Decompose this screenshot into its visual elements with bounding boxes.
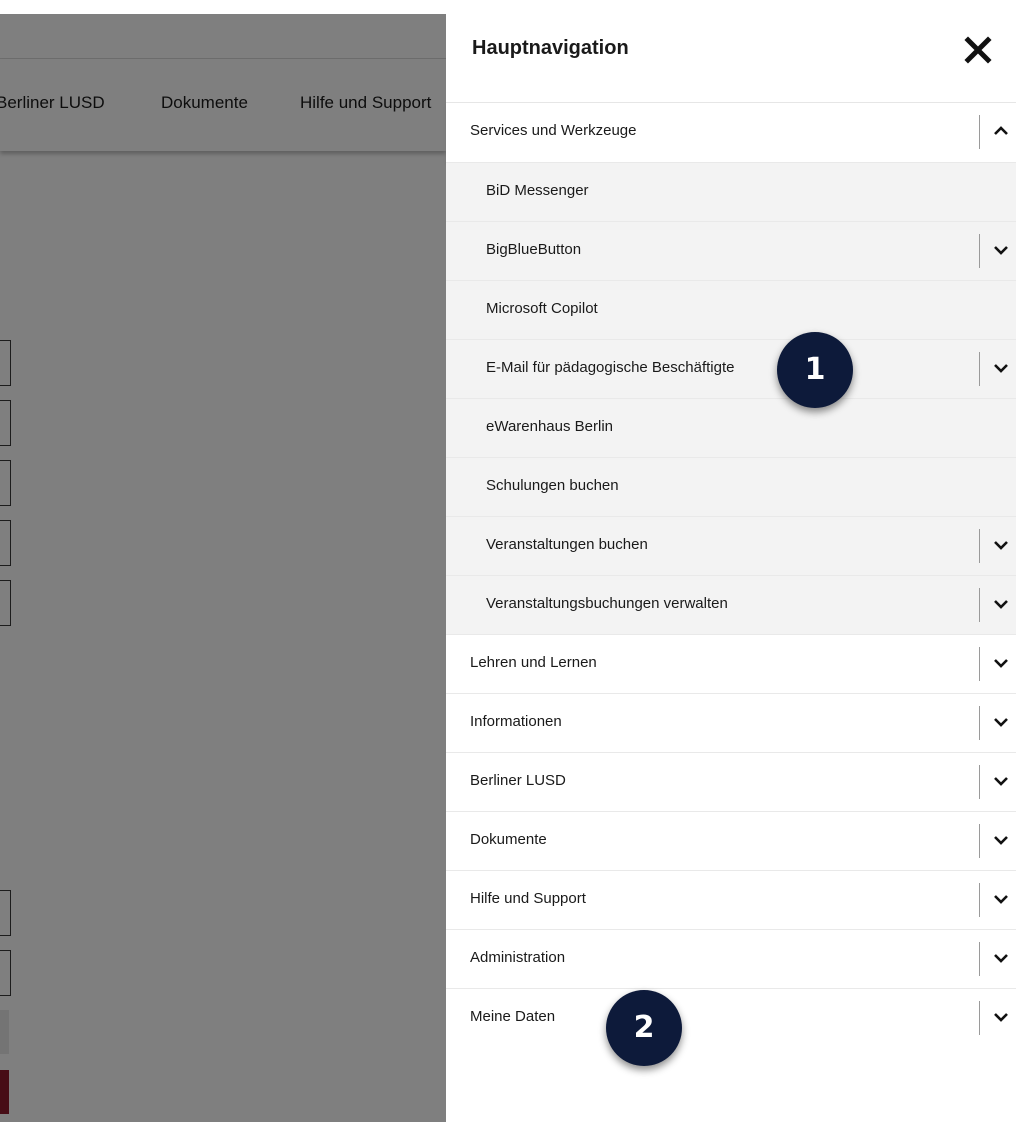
chevron-down-icon[interactable] <box>990 947 1012 969</box>
section-informationen[interactable]: Informationen <box>446 694 1016 753</box>
chevron-down-icon[interactable] <box>990 652 1012 674</box>
divider <box>979 765 980 799</box>
section-berliner-lusd[interactable]: Berliner LUSD <box>446 753 1016 812</box>
section-label: Administration <box>470 949 566 966</box>
close-x-icon <box>964 36 992 64</box>
section-label: Hilfe und Support <box>470 890 586 907</box>
divider <box>979 115 980 149</box>
divider <box>979 647 980 681</box>
submenu-item-bigbluebutton[interactable]: BigBlueButton <box>446 222 1016 281</box>
chevron-down-icon[interactable] <box>990 593 1012 615</box>
divider <box>979 824 980 858</box>
submenu-item-label: Veranstaltungsbuchungen verwalten <box>486 595 728 612</box>
chevron-down-icon[interactable] <box>990 1006 1012 1028</box>
section-meine-daten[interactable]: Meine Daten <box>446 989 1016 1048</box>
drawer-header: Hauptnavigation <box>446 14 1016 103</box>
section-label: Berliner LUSD <box>470 772 566 789</box>
submenu-item-schulungen-buchen[interactable]: Schulungen buchen <box>446 458 1016 517</box>
chevron-down-icon[interactable] <box>990 534 1012 556</box>
divider <box>979 1001 980 1035</box>
submenu-item-veranstaltungen-buchen[interactable]: Veranstaltungen buchen <box>446 517 1016 576</box>
submenu-item-label: E-Mail für pädagogische Beschäftigte <box>486 359 735 376</box>
submenu-item-label: Veranstaltungen buchen <box>486 536 648 553</box>
section-lehren-und-lernen[interactable]: Lehren und Lernen <box>446 635 1016 694</box>
submenu-item-label: Schulungen buchen <box>486 477 619 494</box>
chevron-down-icon[interactable] <box>990 711 1012 733</box>
section-label: Dokumente <box>470 831 547 848</box>
divider <box>979 883 980 917</box>
services-submenu: BiD Messenger BigBlueButton Microsoft Co… <box>446 163 1016 635</box>
section-services-und-werkzeuge[interactable]: Services und Werkzeuge <box>446 103 1016 163</box>
divider <box>979 706 980 740</box>
submenu-item-email-paedagogische-beschaeftigte[interactable]: E-Mail für pädagogische Beschäftigte <box>446 340 1016 399</box>
divider <box>979 234 980 268</box>
page: Berliner LUSD Dokumente Hilfe und Suppor… <box>0 0 1016 1122</box>
submenu-item-bid-messenger[interactable]: BiD Messenger <box>446 163 1016 222</box>
submenu-item-label: eWarenhaus Berlin <box>486 418 614 435</box>
section-label: Informationen <box>470 713 562 730</box>
chevron-down-icon[interactable] <box>990 888 1012 910</box>
chevron-down-icon[interactable] <box>990 770 1012 792</box>
section-label: Lehren und Lernen <box>470 654 597 671</box>
annotation-badge-2: 2 <box>606 990 682 1066</box>
submenu-item-label: BigBlueButton <box>486 241 582 258</box>
divider <box>979 942 980 976</box>
close-button[interactable] <box>962 34 994 66</box>
divider <box>979 352 980 386</box>
submenu-item-veranstaltungsbuchungen-verwalten[interactable]: Veranstaltungsbuchungen verwalten <box>446 576 1016 635</box>
main-navigation-drawer: Hauptnavigation Services und Werkzeuge B… <box>446 14 1016 1122</box>
section-label: Meine Daten <box>470 1008 556 1025</box>
section-dokumente[interactable]: Dokumente <box>446 812 1016 871</box>
chevron-down-icon[interactable] <box>990 829 1012 851</box>
submenu-item-label: BiD Messenger <box>486 182 589 199</box>
chevron-down-icon[interactable] <box>990 357 1012 379</box>
modal-overlay[interactable] <box>0 14 446 1122</box>
submenu-item-ewarenhaus-berlin[interactable]: eWarenhaus Berlin <box>446 399 1016 458</box>
chevron-down-icon[interactable] <box>990 239 1012 261</box>
section-administration[interactable]: Administration <box>446 930 1016 989</box>
section-label: Services und Werkzeuge <box>470 122 637 139</box>
annotation-badge-1: 1 <box>777 332 853 408</box>
divider <box>979 588 980 622</box>
drawer-title: Hauptnavigation <box>472 37 629 59</box>
submenu-item-label: Microsoft Copilot <box>486 300 598 317</box>
divider <box>979 529 980 563</box>
section-hilfe-und-support[interactable]: Hilfe und Support <box>446 871 1016 930</box>
chevron-up-icon[interactable] <box>990 120 1012 142</box>
submenu-item-microsoft-copilot[interactable]: Microsoft Copilot <box>446 281 1016 340</box>
